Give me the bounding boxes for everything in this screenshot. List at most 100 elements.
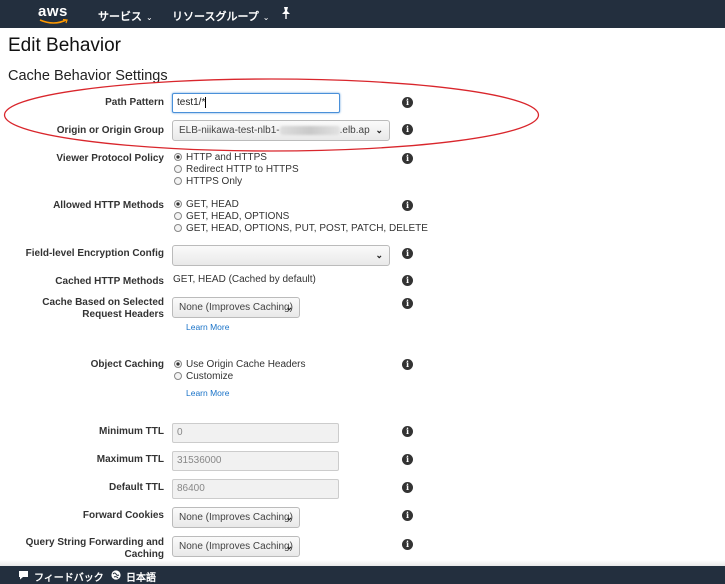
radio-customize[interactable]: Customize [174,371,306,383]
nav-services-menu[interactable]: サービス ⌄ [98,8,153,24]
max-ttl-input[interactable]: 31536000 [172,451,339,471]
chevron-down-icon: ⌄ [285,302,293,312]
radio-dot [174,177,182,185]
origin-label: Origin or Origin Group [56,125,164,136]
nav-services-label: サービス [98,11,142,23]
annotation-ellipse [3,78,540,152]
info-icon[interactable]: i [402,124,413,135]
origin-value-start: ELB-niikawa-test-nlb1- [179,125,280,136]
feedback-icon[interactable] [18,570,29,580]
info-icon[interactable]: i [402,539,413,550]
radio-label: Use Origin Cache Headers [186,359,306,370]
default-ttl-input[interactable]: 86400 [172,479,339,499]
viewer-protocol-label: Viewer Protocol Policy [56,153,164,164]
label-line: Request Headers [82,309,164,320]
origin-select[interactable]: ELB-niikawa-test-nlb1- .elb.ap ⌄ [172,120,390,141]
radio-https-only[interactable]: HTTPS Only [174,176,299,188]
globe-icon [111,570,121,580]
info-icon[interactable]: i [402,359,413,370]
nav-resource-groups-label: リソースグループ [172,11,259,23]
aws-logo[interactable]: aws [38,3,70,25]
radio-use-origin-headers[interactable]: Use Origin Cache Headers [174,359,306,371]
label-line: Query String Forwarding and [25,537,164,548]
radio-dot [174,224,182,232]
info-icon[interactable]: i [402,454,413,465]
radio-label: GET, HEAD [186,199,239,210]
query-string-label: Query String Forwarding and Caching [26,537,164,561]
label-line: Caching [124,549,164,560]
radio-label: Customize [186,371,234,382]
path-pattern-label: Path Pattern [105,97,164,108]
top-navigation-bar: aws サービス ⌄ リソースグループ ⌄ [0,0,725,28]
cache-headers-value: None (Improves Caching) [179,302,293,313]
section-title: Cache Behavior Settings [8,68,168,84]
chevron-down-icon: ⌄ [262,13,270,22]
radio-dot [174,372,182,380]
chevron-down-icon: ⌄ [285,541,293,551]
radio-dot-selected [174,360,182,368]
radio-label: Redirect HTTP to HTTPS [186,164,299,175]
chevron-down-icon: ⌄ [375,250,383,260]
forward-cookies-label: Forward Cookies [82,510,164,521]
forward-cookies-value: None (Improves Caching) [179,512,293,523]
chevron-down-icon: ⌄ [285,512,293,522]
info-icon[interactable]: i [402,200,413,211]
object-caching-label: Object Caching [90,359,164,370]
label-line: Cache Based on Selected [42,297,164,308]
radio-get-head-options[interactable]: GET, HEAD, OPTIONS [174,211,428,223]
language-selector[interactable]: 日本語 [126,569,156,584]
object-caching-radio-group: Use Origin Cache Headers Customize [174,359,306,383]
path-pattern-value: test1/* [177,97,206,109]
nav-resource-groups-menu[interactable]: リソースグループ ⌄ [172,8,270,24]
cached-methods-label: Cached HTTP Methods [55,276,164,287]
radio-all-methods[interactable]: GET, HEAD, OPTIONS, PUT, POST, PATCH, DE… [174,223,428,235]
feedback-link[interactable]: フィードバック [34,569,104,584]
radio-dot [174,212,182,220]
fle-config-label: Field-level Encryption Config [25,248,164,259]
cache-headers-learn-more-link[interactable]: Learn More [186,322,229,332]
viewer-protocol-radio-group: HTTP and HTTPS Redirect HTTP to HTTPS HT… [174,152,299,188]
fle-config-select[interactable]: ⌄ [172,245,390,266]
footer-bar: フィードバック 日本語 [0,566,725,584]
cache-headers-select[interactable]: None (Improves Caching) ⌄ [172,297,300,318]
radio-http-https[interactable]: HTTP and HTTPS [174,152,299,164]
radio-label: HTTP and HTTPS [186,152,267,163]
radio-label: HTTPS Only [186,176,243,187]
query-string-value: None (Improves Caching) [179,541,293,552]
default-ttl-label: Default TTL [109,482,164,493]
radio-label: GET, HEAD, OPTIONS [186,211,290,222]
cache-headers-label: Cache Based on Selected Request Headers [42,297,164,321]
info-icon[interactable]: i [402,153,413,164]
info-icon[interactable]: i [402,97,413,108]
object-caching-learn-more-link[interactable]: Learn More [186,388,229,398]
radio-redirect-http-https[interactable]: Redirect HTTP to HTTPS [174,164,299,176]
text-cursor [205,97,207,108]
radio-get-head[interactable]: GET, HEAD [174,199,428,211]
info-icon[interactable]: i [402,298,413,309]
aws-smile-icon [39,19,68,24]
page-title: Edit Behavior [8,35,122,56]
forward-cookies-select[interactable]: None (Improves Caching) ⌄ [172,507,300,528]
query-string-select[interactable]: None (Improves Caching) ⌄ [172,536,300,557]
info-icon[interactable]: i [402,275,413,286]
radio-dot-selected [174,153,182,161]
info-icon[interactable]: i [402,426,413,437]
min-ttl-input[interactable]: 0 [172,423,339,443]
radio-dot-selected [174,200,182,208]
aws-logo-text: aws [38,3,68,20]
max-ttl-label: Maximum TTL [96,454,164,465]
allowed-methods-label: Allowed HTTP Methods [53,200,164,211]
cached-methods-value: GET, HEAD (Cached by default) [173,274,316,285]
info-icon[interactable]: i [402,248,413,259]
min-ttl-label: Minimum TTL [99,426,164,437]
chevron-down-icon: ⌄ [375,125,383,135]
path-pattern-input[interactable]: test1/* [172,93,340,113]
pin-icon[interactable] [280,6,292,20]
radio-dot [174,165,182,173]
info-icon[interactable]: i [402,482,413,493]
origin-value-end: .elb.ap [339,125,370,136]
radio-label: GET, HEAD, OPTIONS, PUT, POST, PATCH, DE… [186,223,428,234]
info-icon[interactable]: i [402,510,413,521]
allowed-methods-radio-group: GET, HEAD GET, HEAD, OPTIONS GET, HEAD, … [174,199,428,235]
redacted-region [279,125,340,135]
